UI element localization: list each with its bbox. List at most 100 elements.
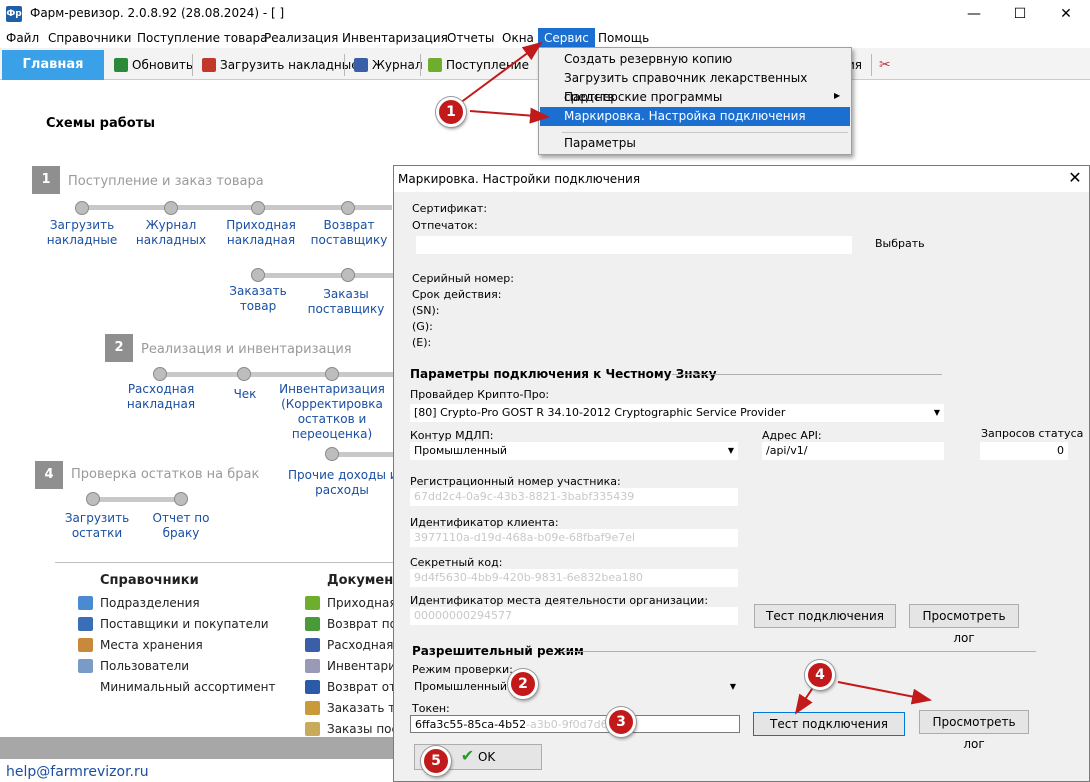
check-mode-select[interactable]: Промышленный ▼: [410, 678, 740, 696]
client-id-input[interactable]: 3977110a-d19d-468a-b09e-68fbaf9e7el: [410, 529, 738, 547]
regnum-label: Регистрационный номер участника:: [410, 475, 621, 488]
menu-references[interactable]: Справочники: [42, 28, 137, 48]
doc-link[interactable]: Возврат от: [305, 678, 396, 696]
load-invoices-button[interactable]: Загрузить накладные: [200, 54, 359, 76]
doc-link[interactable]: Заказы пос: [305, 720, 398, 738]
flow-line: [160, 372, 394, 377]
token-input[interactable]: 6ffa3c55-85ca-4b52-a3b0-9f0d7d667b3: [410, 715, 740, 733]
return-icon: [305, 617, 320, 631]
flow-link[interactable]: Загрузить остатки: [57, 511, 137, 541]
arrow-to-marking-item: [469, 107, 550, 124]
flow-link[interactable]: Отчет по браку: [145, 511, 217, 541]
status-requests-input[interactable]: 0: [980, 442, 1068, 460]
menu-item-parameters[interactable]: Параметры: [540, 134, 850, 153]
window-title: Фарм-ревизор. 2.0.8.92 (28.08.2024) - [ …: [30, 6, 285, 20]
menu-help[interactable]: Помощь: [592, 28, 655, 48]
api-input[interactable]: /api/v1/: [762, 442, 944, 460]
document-icon: [305, 659, 320, 673]
submenu-arrow-icon: ▶: [834, 91, 841, 100]
maximize-button[interactable]: ☐: [997, 0, 1043, 28]
doc-link[interactable]: Возврат по: [305, 615, 397, 633]
receipt-button[interactable]: Поступление: [426, 54, 529, 76]
chevron-down-icon: ▼: [727, 446, 734, 455]
documents-title: Документ: [327, 573, 401, 588]
doc-link[interactable]: Заказать то: [305, 699, 403, 717]
menu-item-backup[interactable]: Создать резервную копию: [540, 50, 850, 69]
view-log-button[interactable]: Просмотреть лог: [909, 604, 1019, 645]
flow-line: [258, 273, 394, 278]
menu-receipt[interactable]: Поступление товара: [131, 28, 274, 48]
provider-select[interactable]: [80] Crypto-Pro GOST R 34.10-2012 Crypto…: [410, 404, 944, 422]
ref-link[interactable]: Пользователи: [78, 657, 189, 675]
step-number: 2: [105, 334, 133, 362]
flow-link[interactable]: Расходная накладная: [121, 382, 201, 412]
flow-link[interactable]: Журнал накладных: [131, 218, 211, 248]
test-connection-button-2[interactable]: Тест подключения: [753, 712, 905, 736]
flow-link[interactable]: Загрузить накладные: [42, 218, 122, 248]
flow-node[interactable]: [341, 268, 355, 282]
dialog-title: Маркировка. Настройки подключения: [398, 172, 641, 186]
ref-link[interactable]: Минимальный ассортимент: [78, 678, 275, 696]
arrow-out-icon: [305, 638, 320, 652]
contour-select[interactable]: Промышленный ▼: [410, 442, 738, 460]
orders-icon: [305, 722, 320, 736]
menu-inventory[interactable]: Инвентаризация: [336, 28, 454, 48]
flow-node[interactable]: [325, 367, 339, 381]
ref-link[interactable]: Места хранения: [78, 636, 203, 654]
flow-node[interactable]: [174, 492, 188, 506]
minimize-button[interactable]: —: [951, 0, 997, 28]
flow-link[interactable]: Заказать товар: [218, 284, 298, 314]
flow-link[interactable]: Возврат поставщику: [306, 218, 392, 248]
secret-input[interactable]: 9d4f5630-4bb9-420b-9831-6e832bea180: [410, 569, 738, 587]
api-label: Адрес API:: [762, 429, 822, 442]
departments-icon: [78, 596, 93, 610]
flow-node[interactable]: [237, 367, 251, 381]
journal-button[interactable]: Журнал: [352, 54, 423, 76]
flow-link[interactable]: Прочие доходы и расходы: [288, 468, 398, 498]
test-connection-button[interactable]: Тест подключения: [754, 604, 896, 628]
flow-link[interactable]: Заказы поставщику: [306, 287, 386, 317]
flow-node[interactable]: [341, 201, 355, 215]
contour-label: Контур МДЛП:: [410, 429, 494, 442]
status-requests-label: Запросов статуса: [981, 427, 1084, 440]
doc-link[interactable]: Приходная: [305, 594, 397, 612]
menu-sales[interactable]: Реализация: [258, 28, 344, 48]
flow-node[interactable]: [153, 367, 167, 381]
doc-link[interactable]: Инвентариз: [305, 657, 402, 675]
flow-node[interactable]: [75, 201, 89, 215]
tools-icon[interactable]: ✂: [879, 57, 895, 73]
status-strip: [0, 737, 395, 759]
import-icon: [202, 58, 216, 72]
thumbprint-field[interactable]: [416, 236, 852, 254]
flow-link[interactable]: Инвентаризация (Корректировка остатков и…: [278, 382, 386, 442]
menu-reports[interactable]: Отчеты: [441, 28, 500, 48]
support-email-link[interactable]: help@farmrevizor.ru: [6, 764, 149, 780]
menu-item-marking-settings[interactable]: Маркировка. Настройка подключения: [540, 107, 850, 126]
ref-link[interactable]: Поставщики и покупатели: [78, 615, 269, 633]
flow-link[interactable]: Приходная накладная: [218, 218, 304, 248]
flow-node[interactable]: [251, 268, 265, 282]
menu-file[interactable]: Файл: [0, 28, 45, 48]
chevron-down-icon: ▼: [933, 408, 940, 417]
menu-separator: [562, 132, 848, 133]
flow-node[interactable]: [164, 201, 178, 215]
refresh-button[interactable]: Обновить: [112, 54, 193, 76]
view-log-button-2[interactable]: Просмотреть лог: [919, 710, 1029, 751]
menu-item-load-drugs[interactable]: Загрузить справочник лекарственных средс…: [540, 69, 850, 104]
close-button[interactable]: ✕: [1043, 0, 1089, 28]
ref-link[interactable]: Подразделения: [78, 594, 200, 612]
flow-node[interactable]: [325, 447, 339, 461]
menu-windows[interactable]: Окна: [496, 28, 540, 48]
sn-label: (SN):: [412, 304, 440, 317]
flow-node[interactable]: [251, 201, 265, 215]
doc-link[interactable]: Расходная: [305, 636, 393, 654]
tab-main[interactable]: Главная: [2, 50, 104, 80]
regnum-input[interactable]: 67dd2c4-0a9c-43b3-8821-3babf335439: [410, 488, 738, 506]
place-id-input[interactable]: 00000000294577: [410, 607, 738, 625]
flow-node[interactable]: [86, 492, 100, 506]
choose-button[interactable]: Выбрать: [875, 237, 925, 250]
menu-item-partners[interactable]: Партнерские программы: [540, 88, 850, 107]
menu-service[interactable]: Сервис: [538, 28, 595, 48]
dialog-close-button[interactable]: ✕: [1064, 168, 1086, 187]
flow-link[interactable]: Чек: [220, 387, 270, 402]
